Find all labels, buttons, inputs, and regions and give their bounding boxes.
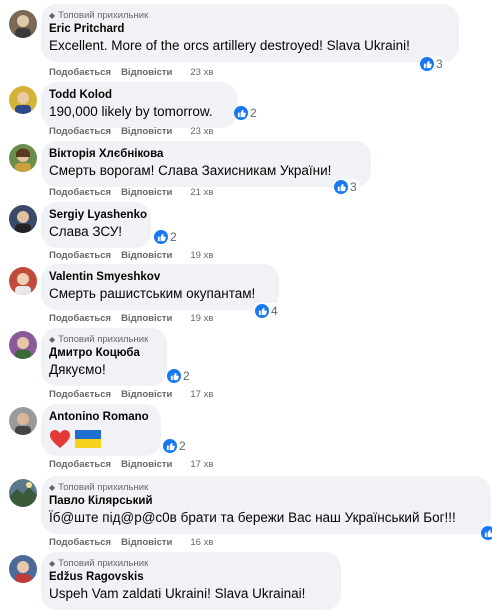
avatar[interactable] xyxy=(9,407,37,435)
like-icon xyxy=(154,230,168,244)
comment-author[interactable]: Павло Кілярський xyxy=(49,494,481,509)
comment-bubble: Вікторія Хлєбнікова Смерть ворогам! Слав… xyxy=(41,141,371,187)
comment-text: Їб@ште під@р@с0в брати та бережи Вас наш… xyxy=(49,510,456,525)
reply-link[interactable]: Відповісти xyxy=(121,459,172,470)
like-link[interactable]: Подобається xyxy=(49,187,111,198)
diamond-icon: ◆ xyxy=(49,559,56,568)
like-icon xyxy=(163,439,177,453)
avatar[interactable] xyxy=(9,10,37,38)
comment-actions: Подобається Відповісти 23 хв xyxy=(49,126,213,137)
like-icon xyxy=(234,106,248,120)
diamond-icon: ◆ xyxy=(49,11,56,20)
diamond-icon: ◆ xyxy=(49,335,56,344)
avatar[interactable] xyxy=(9,144,37,172)
reaction-count[interactable]: 2 xyxy=(153,229,180,245)
timestamp[interactable]: 17 хв xyxy=(190,389,213,400)
comment-actions: Подобається Відповісти 19 хв xyxy=(49,250,213,261)
like-icon xyxy=(481,526,492,540)
comment-bubble: ◆ Топовий прихильник Edžus Ragovskis Uspe… xyxy=(41,552,341,610)
comment-actions: Подобається Відповісти 16 хв xyxy=(49,537,213,548)
avatar[interactable] xyxy=(9,331,37,359)
comment-author[interactable]: Edžus Ragovskis xyxy=(49,570,331,585)
comment-text: Дякуємо! xyxy=(49,362,106,377)
top-fan-badge: ◆ Топовий прихильник xyxy=(49,482,149,493)
comment-text: Смерть ворогам! Слава Захисникам України… xyxy=(49,163,332,178)
comment-actions: Подобається Відповісти 21 хв xyxy=(49,187,213,198)
comment-bubble: Todd Kolod 190,000 likely by tomorrow. xyxy=(41,82,237,128)
reply-link[interactable]: Відповісти xyxy=(121,313,172,324)
comment-actions: Подобається Відповісти 19 хв xyxy=(49,313,213,324)
comment-actions: Подобається Відповісти 23 хв xyxy=(49,67,213,78)
reply-link[interactable]: Відповісти xyxy=(121,537,172,548)
reply-link[interactable]: Відповісти xyxy=(121,126,172,137)
comment-author[interactable]: Вікторія Хлєбнікова xyxy=(49,147,361,162)
comment-bubble: Sergiy Lyashenko Слава ЗСУ! xyxy=(41,202,151,248)
comment-emoji xyxy=(49,425,151,449)
like-icon xyxy=(420,57,434,71)
reaction-count[interactable] xyxy=(480,525,492,541)
avatar[interactable] xyxy=(9,479,37,507)
top-fan-badge: ◆ Топовий прихильник xyxy=(49,334,149,345)
avatar[interactable] xyxy=(9,205,37,233)
comment-text: 190,000 likely by tomorrow. xyxy=(49,104,213,119)
timestamp[interactable]: 17 хв xyxy=(190,459,213,470)
like-link[interactable]: Подобається xyxy=(49,126,111,137)
comment-author[interactable]: Todd Kolod xyxy=(49,88,227,103)
reaction-count[interactable]: 2 xyxy=(162,438,189,454)
like-link[interactable]: Подобається xyxy=(49,537,111,548)
timestamp[interactable]: 21 хв xyxy=(190,187,213,198)
comment-author[interactable]: Antonino Romano xyxy=(49,410,151,425)
like-link[interactable]: Подобається xyxy=(49,459,111,470)
diamond-icon: ◆ xyxy=(49,483,56,492)
reply-link[interactable]: Відповісти xyxy=(121,187,172,198)
top-fan-badge: ◆ Топовий прихильник xyxy=(49,10,149,21)
comment-actions: Подобається Відповісти 17 хв xyxy=(49,389,213,400)
reaction-count[interactable]: 2 xyxy=(166,368,193,384)
timestamp[interactable]: 19 хв xyxy=(190,250,213,261)
like-link[interactable]: Подобається xyxy=(49,67,111,78)
comment-text: Смерть рашистським окупантам! xyxy=(49,286,256,301)
like-icon xyxy=(255,304,269,318)
timestamp[interactable]: 19 хв xyxy=(190,313,213,324)
comment-bubble: ◆ Топовий прихильник Eric Pritchard Excel… xyxy=(41,4,459,62)
avatar[interactable] xyxy=(9,267,37,295)
ukraine-flag-icon xyxy=(75,430,101,448)
timestamp[interactable]: 16 хв xyxy=(190,537,213,548)
comment-author[interactable]: Дмитро Коцюба xyxy=(49,346,157,361)
top-fan-badge: ◆ Топовий прихильник xyxy=(49,558,149,569)
like-icon xyxy=(334,180,348,194)
reply-link[interactable]: Відповісти xyxy=(121,67,172,78)
like-icon xyxy=(167,369,181,383)
like-link[interactable]: Подобається xyxy=(49,389,111,400)
comment-actions: Подобається Відповісти 17 хв xyxy=(49,459,213,470)
reply-link[interactable]: Відповісти xyxy=(121,250,172,261)
comment-author[interactable]: Eric Pritchard xyxy=(49,22,449,37)
reaction-count[interactable]: 3 xyxy=(419,56,446,72)
comment-text: Слава ЗСУ! xyxy=(49,224,123,239)
comment-bubble: Valentin Smyeshkov Смерть рашистським ок… xyxy=(41,264,279,310)
reaction-count[interactable]: 3 xyxy=(333,179,360,195)
avatar[interactable] xyxy=(9,555,37,583)
avatar[interactable] xyxy=(9,86,37,114)
comment-bubble: ◆ Топовий прихильник Дмитро Коцюба Дякуєм… xyxy=(41,328,167,386)
like-link[interactable]: Подобається xyxy=(49,250,111,261)
reaction-count[interactable]: 4 xyxy=(254,303,281,319)
reaction-count[interactable]: 2 xyxy=(233,105,260,121)
comment-bubble: ◆ Топовий прихильник Павло Кілярський Їб@… xyxy=(41,476,491,534)
comment-text: Uspeh Vam zaldati Ukraini! Slava Ukraina… xyxy=(49,586,306,601)
comment-bubble: Antonino Romano xyxy=(41,404,161,456)
comment-text: Excellent. More of the orcs artillery de… xyxy=(49,38,410,53)
like-link[interactable]: Подобається xyxy=(49,313,111,324)
timestamp[interactable]: 23 хв xyxy=(190,126,213,137)
reply-link[interactable]: Відповісти xyxy=(121,389,172,400)
comment-author[interactable]: Sergiy Lyashenko xyxy=(49,208,147,223)
comment-author[interactable]: Valentin Smyeshkov xyxy=(49,270,269,285)
timestamp[interactable]: 23 хв xyxy=(190,67,213,78)
heart-icon xyxy=(50,430,70,448)
